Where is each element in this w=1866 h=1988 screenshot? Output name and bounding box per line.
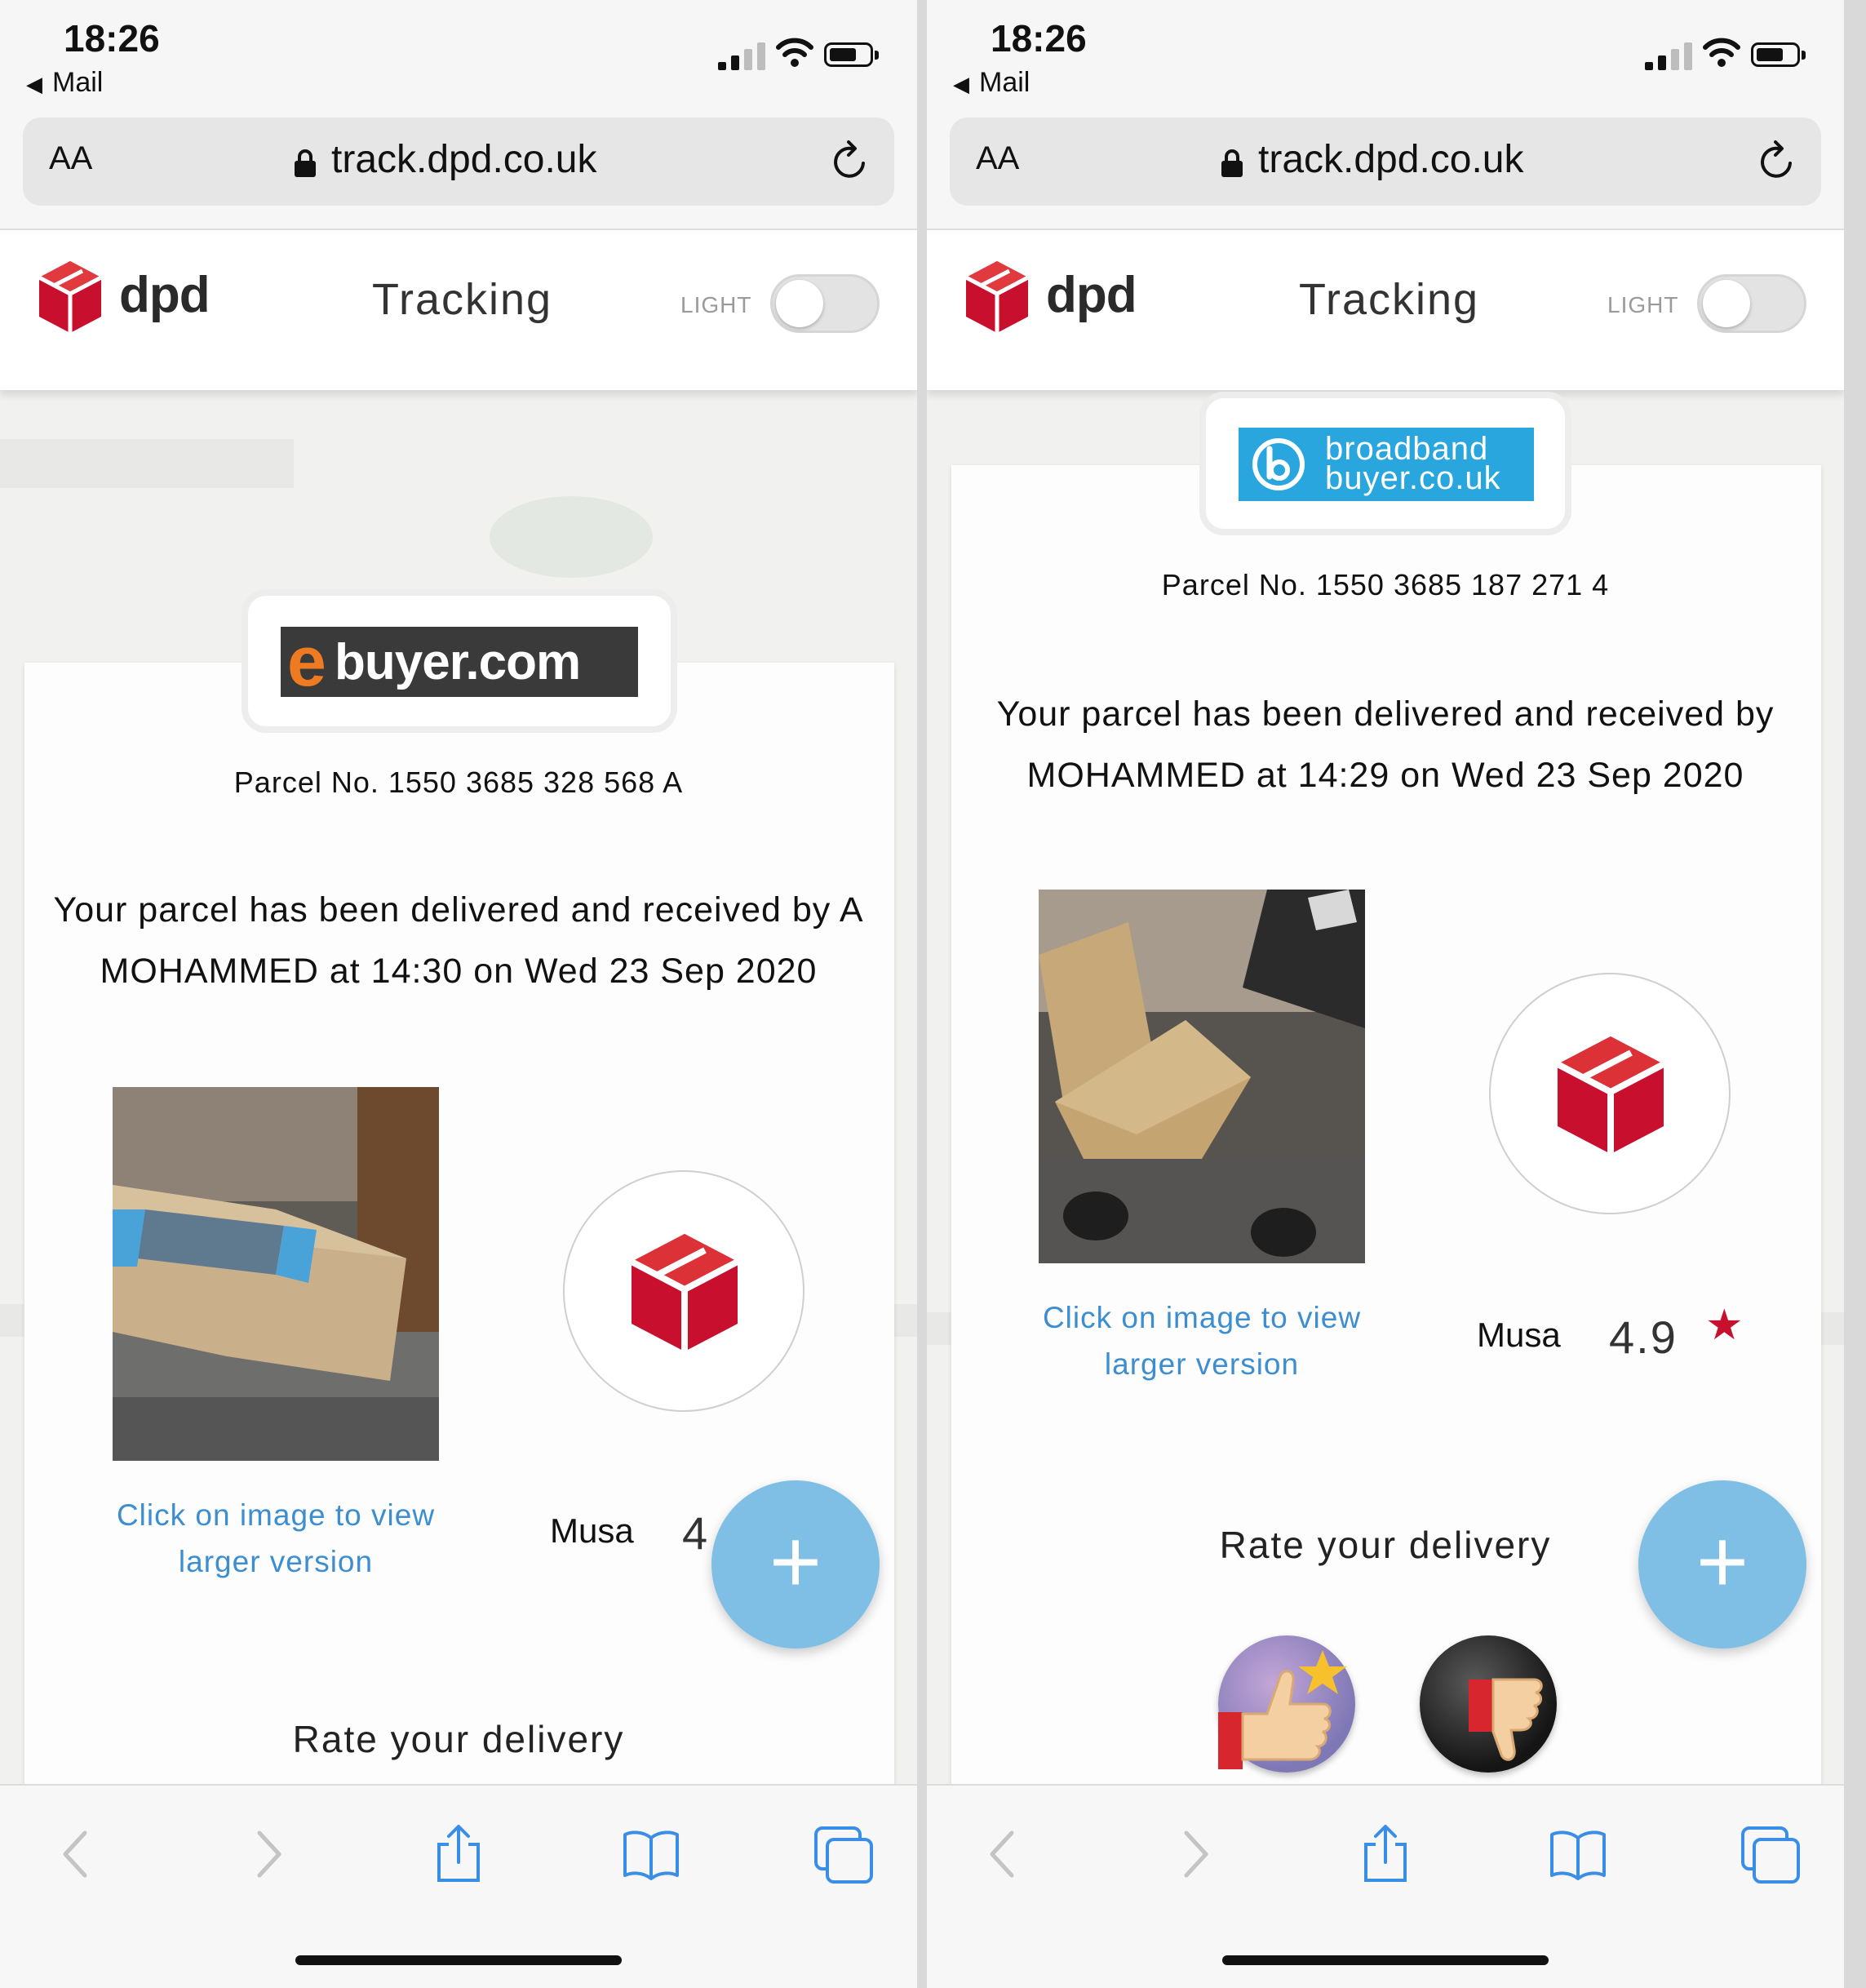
theme-toggle[interactable] xyxy=(1697,274,1806,333)
back-label: Mail xyxy=(979,67,1031,98)
rate-delivery-heading: Rate your delivery xyxy=(292,1718,625,1760)
reload-icon[interactable] xyxy=(827,139,873,184)
home-indicator[interactable] xyxy=(295,1955,622,1965)
tabs-icon[interactable] xyxy=(813,1823,875,1885)
home-indicator[interactable] xyxy=(1222,1955,1549,1965)
bookmarks-icon[interactable] xyxy=(620,1823,682,1885)
dpd-cube-icon xyxy=(630,1234,739,1351)
broadbandbuyer-logo: broadband buyer.co.uk xyxy=(1239,428,1534,501)
browser-toolbar xyxy=(0,1784,917,1988)
status-bar: 18:26 ◀ Mail xyxy=(0,0,917,114)
bookmarks-icon[interactable] xyxy=(1547,1823,1609,1885)
thumbs-up-icon xyxy=(1218,1650,1347,1769)
dpd-logo-text[interactable]: dpd xyxy=(119,266,211,324)
text-size-button[interactable]: AA xyxy=(49,140,92,177)
lock-icon xyxy=(1221,149,1243,177)
delivery-message: Your parcel has been delivered and recei… xyxy=(53,890,864,991)
wifi-icon xyxy=(776,38,813,67)
add-button[interactable]: + xyxy=(711,1480,880,1649)
address-bar[interactable]: AA track.dpd.co.uk xyxy=(23,118,894,206)
thumbs-down-button[interactable] xyxy=(1420,1635,1557,1773)
page-title: Tracking xyxy=(372,275,553,324)
broadbandbuyer-line2: buyer.co.uk xyxy=(1325,460,1501,496)
address-bar[interactable]: AA track.dpd.co.uk xyxy=(950,118,1821,206)
back-triangle-icon: ◀ xyxy=(953,72,969,96)
share-icon[interactable] xyxy=(1354,1823,1416,1885)
clock: 18:26 xyxy=(64,17,160,60)
toggle-knob xyxy=(776,280,823,327)
dpd-logo-text[interactable]: dpd xyxy=(1046,266,1137,324)
signal-icon xyxy=(1645,41,1695,70)
browser-toolbar xyxy=(927,1784,1844,1988)
view-larger-link[interactable]: Click on image to view larger version xyxy=(1022,1294,1381,1387)
plus-icon: + xyxy=(769,1511,822,1612)
retailer-logo-box: broadband buyer.co.uk xyxy=(1199,392,1571,535)
site-header: dpd Tracking LIGHT xyxy=(927,230,1844,390)
reload-icon[interactable] xyxy=(1754,139,1800,184)
signal-icon xyxy=(718,41,769,70)
plus-icon: + xyxy=(1695,1511,1749,1612)
site-header: dpd Tracking LIGHT xyxy=(0,230,917,390)
back-label: Mail xyxy=(52,67,104,98)
theme-label: LIGHT xyxy=(680,292,752,317)
parcel-number: Parcel No. 1550 3685 187 271 4 xyxy=(1161,568,1610,601)
wifi-icon xyxy=(1703,38,1740,67)
back-arrow-icon[interactable] xyxy=(974,1823,1036,1885)
star-icon: ★ xyxy=(1705,1302,1744,1349)
driver-avatar xyxy=(563,1170,804,1412)
dpd-cube-icon[interactable] xyxy=(38,260,103,335)
url-text[interactable]: track.dpd.co.uk xyxy=(331,137,597,182)
theme-label: LIGHT xyxy=(1607,292,1679,317)
lock-icon xyxy=(295,149,316,177)
theme-toggle[interactable] xyxy=(770,274,880,333)
dpd-cube-icon xyxy=(1556,1036,1665,1154)
driver-name: Musa xyxy=(550,1511,634,1550)
driver-avatar xyxy=(1489,973,1731,1214)
driver-rating: 4 xyxy=(682,1507,710,1559)
forward-arrow-icon[interactable] xyxy=(235,1823,297,1885)
view-larger-link[interactable]: Click on image to view larger version xyxy=(96,1492,455,1585)
back-to-mail[interactable]: ◀ Mail xyxy=(953,67,1030,99)
broadbandbuyer-mark-icon xyxy=(1252,438,1305,490)
ebuyer-logo-text: buyer.com xyxy=(335,634,581,690)
text-size-button[interactable]: AA xyxy=(976,140,1019,177)
back-arrow-icon[interactable] xyxy=(47,1823,109,1885)
page-title: Tracking xyxy=(1299,275,1480,324)
thumbs-up-button[interactable] xyxy=(1218,1635,1355,1773)
phone-screen-right: 18:26 ◀ Mail AA track.dpd.co.uk dpd Track… xyxy=(927,0,1844,1988)
clock: 18:26 xyxy=(991,17,1087,60)
tabs-icon[interactable] xyxy=(1740,1823,1802,1885)
delivery-photo[interactable] xyxy=(113,1087,439,1461)
phone-screen-left: 18:26 ◀ Mail AA track.dpd.co.uk dpd Track… xyxy=(0,0,917,1988)
url-text[interactable]: track.dpd.co.uk xyxy=(1258,137,1524,182)
status-bar: 18:26 ◀ Mail xyxy=(927,0,1844,114)
parcel-number: Parcel No. 1550 3685 328 568 A xyxy=(233,765,684,799)
ebuyer-logo: e buyer.com xyxy=(281,623,638,701)
ebuyer-logo-e: e xyxy=(287,623,326,701)
back-triangle-icon: ◀ xyxy=(26,72,42,96)
driver-rating: 4.9 xyxy=(1609,1311,1678,1363)
add-button[interactable]: + xyxy=(1638,1480,1806,1649)
delivery-photo[interactable] xyxy=(1039,890,1365,1263)
share-icon[interactable] xyxy=(428,1823,490,1885)
thumbs-down-icon xyxy=(1469,1678,1543,1761)
delivery-message: Your parcel has been delivered and recei… xyxy=(996,694,1775,795)
toggle-knob xyxy=(1703,280,1750,327)
battery-icon xyxy=(1751,42,1806,67)
battery-icon xyxy=(824,42,879,67)
driver-name: Musa xyxy=(1477,1316,1561,1354)
retailer-logo-box: e buyer.com xyxy=(242,589,677,733)
back-to-mail[interactable]: ◀ Mail xyxy=(26,67,103,99)
forward-arrow-icon[interactable] xyxy=(1162,1823,1224,1885)
dpd-cube-icon[interactable] xyxy=(964,260,1030,335)
